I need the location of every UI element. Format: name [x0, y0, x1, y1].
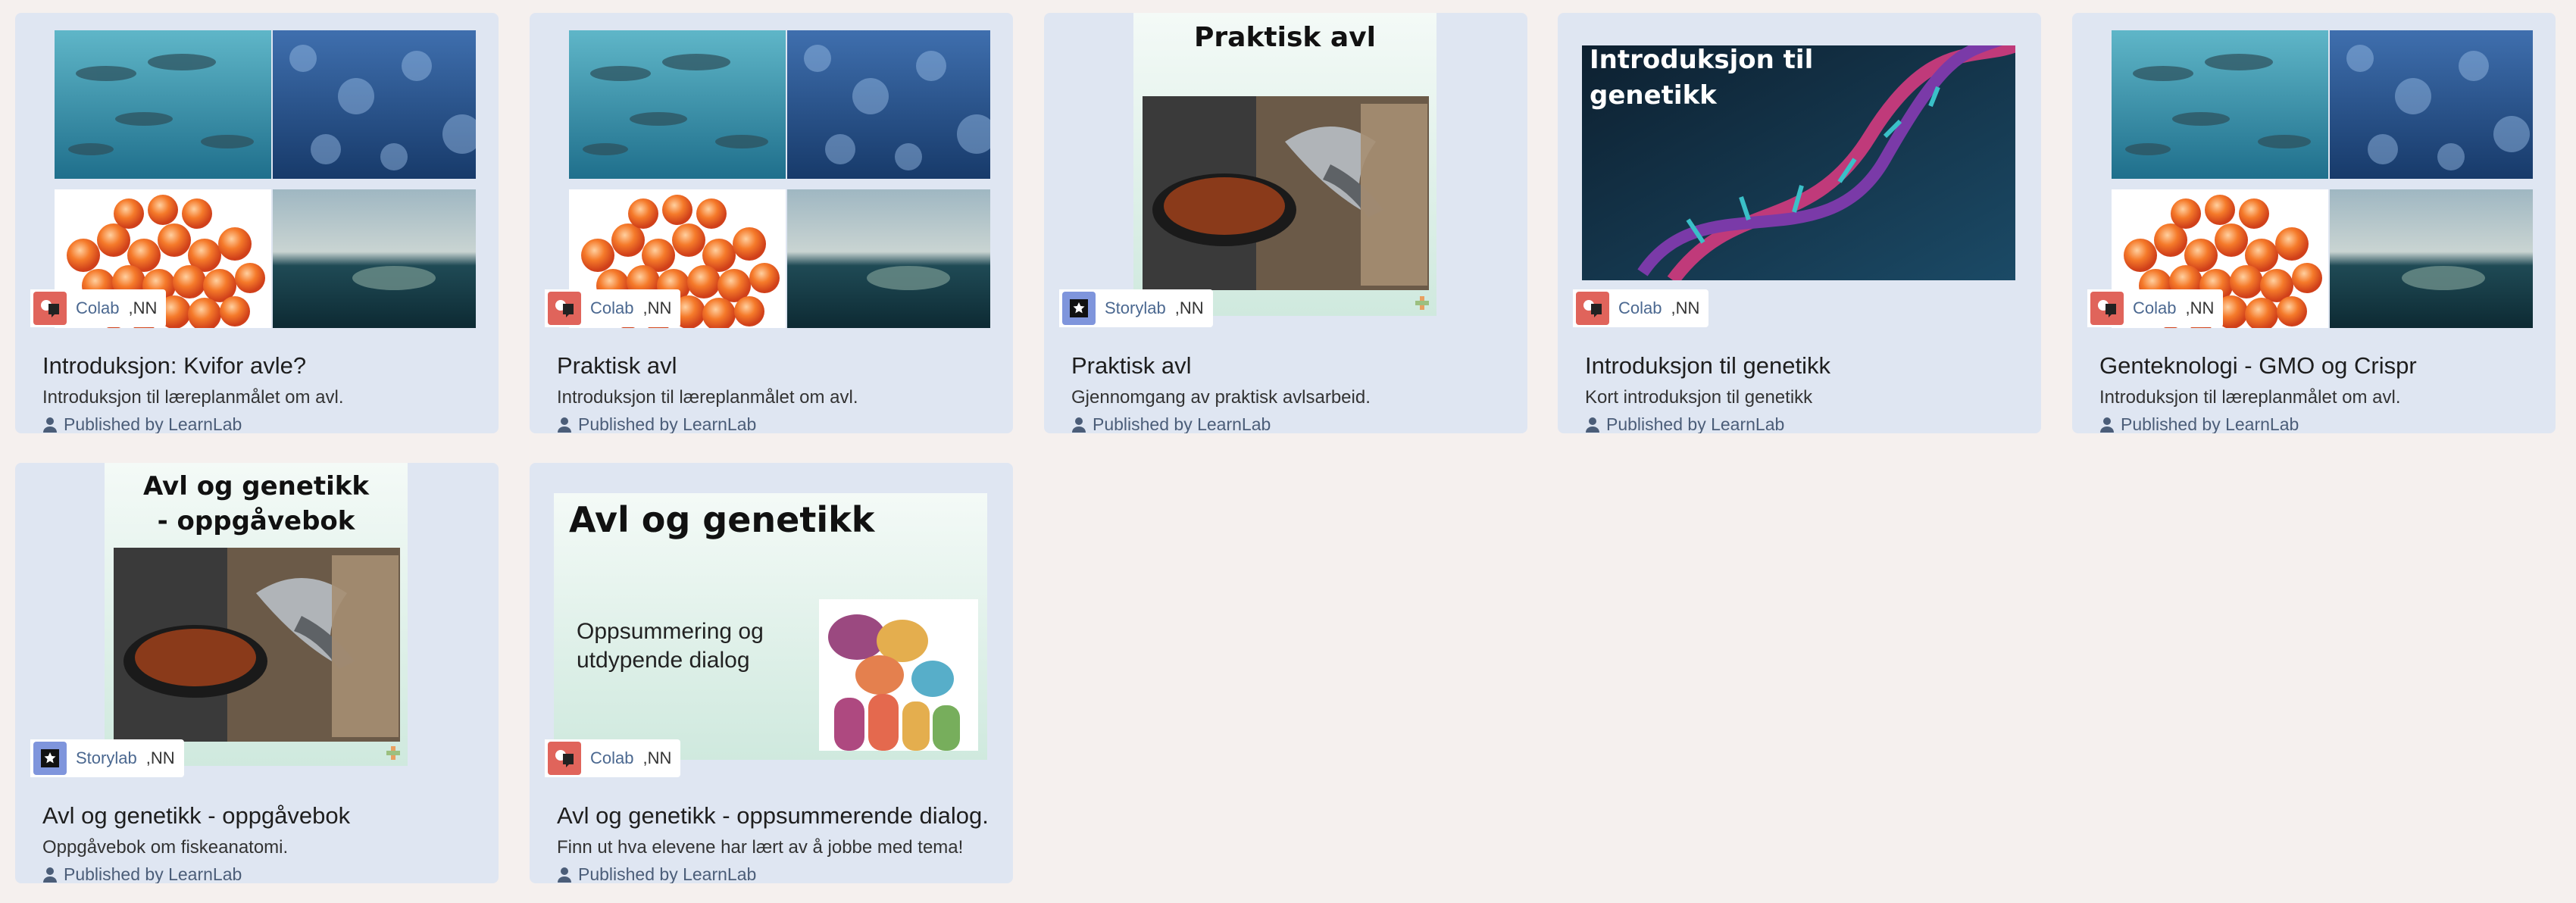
plus-icon: [1415, 296, 1429, 310]
content-type-label: Colab: [590, 298, 634, 317]
card-title[interactable]: Avl og genetikk - oppsummerende dialog.: [557, 802, 989, 830]
content-type-label: Colab: [2133, 298, 2177, 317]
publisher-info: Published by LearnLab: [1585, 414, 1784, 433]
card-thumbnail: Avl og genetikk - oppgåvebok: [105, 463, 408, 766]
publisher-label: Published by LearnLab: [578, 864, 757, 883]
card-description: Oppgåvebok om fiskeanatomi.: [42, 837, 289, 858]
slide-subtitle-line-2: utdypende dialog: [577, 648, 750, 673]
storylab-icon: [1062, 292, 1096, 325]
card-title[interactable]: Praktisk avl: [1071, 352, 1191, 380]
colab-icon: [33, 292, 67, 325]
slide-title-line-1: Avl og genetikk: [142, 471, 370, 501]
colab-icon: [2090, 292, 2124, 325]
publisher-info: Published by LearnLab: [557, 414, 756, 433]
slide-title: Praktisk avl: [1194, 22, 1376, 53]
content-type-label: Colab: [590, 748, 634, 767]
card-title[interactable]: Introduksjon: Kvifor avle?: [42, 352, 306, 380]
publisher-label: Published by LearnLab: [578, 414, 757, 433]
content-type-label: Colab: [1618, 298, 1662, 317]
language-label: ,NN: [128, 298, 158, 317]
content-type-badge: Colab ,NN: [30, 289, 167, 327]
person-icon: [1586, 417, 1599, 433]
content-type-badge: Colab ,NN: [1573, 289, 1709, 327]
language-label: ,NN: [642, 298, 672, 317]
card-thumbnail: [2095, 28, 2533, 328]
publisher-label: Published by LearnLab: [64, 864, 242, 883]
card-thumbnail: Avl og genetikk Oppsummering og utdypend…: [554, 493, 987, 760]
content-type-badge: Colab ,NN: [545, 739, 681, 777]
colab-icon: [548, 292, 581, 325]
card-thumbnail: Introduksjon til genetikk: [1582, 45, 2015, 280]
card-oppsummerende-dialog[interactable]: Avl og genetikk Oppsummering og utdypend…: [530, 463, 1013, 883]
storylab-icon: [33, 742, 67, 775]
content-type-label: Colab: [76, 298, 120, 317]
slide-title: Avl og genetikk: [569, 499, 875, 540]
card-genteknologi[interactable]: Colab ,NN Genteknologi - GMO og Crispr I…: [2072, 13, 2556, 433]
content-type-badge: Storylab ,NN: [30, 739, 184, 777]
plus-icon: [386, 746, 400, 760]
person-icon: [2100, 417, 2114, 433]
card-thumbnail: Praktisk avl: [1133, 13, 1436, 316]
slide-subtitle: Oppsummering og utdypende dialog: [577, 617, 764, 675]
card-description: Gjennomgang av praktisk avlsarbeid.: [1071, 387, 1371, 408]
content-type-label: Storylab: [1105, 298, 1166, 317]
card-description: Introduksjon til læreplanmålet om avl.: [2099, 387, 2401, 408]
person-icon: [558, 867, 571, 883]
slide-subtitle-line-1: Oppsummering og: [577, 619, 764, 644]
card-thumbnail: [552, 28, 990, 328]
content-type-badge: Storylab ,NN: [1059, 289, 1213, 327]
publisher-info: Published by LearnLab: [42, 414, 242, 433]
card-description: Kort introduksjon til genetikk: [1585, 387, 1813, 408]
person-icon: [43, 417, 57, 433]
publisher-label: Published by LearnLab: [64, 414, 242, 433]
publisher-label: Published by LearnLab: [2121, 414, 2299, 433]
language-label: ,NN: [1671, 298, 1700, 317]
content-type-label: Storylab: [76, 748, 137, 767]
publisher-info: Published by LearnLab: [1071, 414, 1271, 433]
card-description: Finn ut hva elevene har lært av å jobbe …: [557, 837, 964, 858]
card-description: Introduksjon til læreplanmålet om avl.: [557, 387, 858, 408]
colab-icon: [548, 742, 581, 775]
language-label: ,NN: [145, 748, 175, 767]
language-label: ,NN: [2185, 298, 2215, 317]
card-thumbnail: [38, 28, 476, 328]
card-praktisk-avl-storylab[interactable]: Praktisk avl Storylab ,NN Praktisk avl G…: [1044, 13, 1527, 433]
publisher-info: Published by LearnLab: [42, 864, 242, 883]
card-intro-genetikk[interactable]: Introduksjon til genetikk Colab ,NN Intr…: [1558, 13, 2041, 433]
person-icon: [43, 867, 57, 883]
card-oppgavebok[interactable]: Avl og genetikk - oppgåvebok Storylab ,N…: [15, 463, 499, 883]
publisher-info: Published by LearnLab: [557, 864, 756, 883]
card-description: Introduksjon til læreplanmålet om avl.: [42, 387, 344, 408]
language-label: ,NN: [1174, 298, 1204, 317]
person-icon: [1072, 417, 1086, 433]
person-icon: [558, 417, 571, 433]
card-title[interactable]: Genteknologi - GMO og Crispr: [2099, 352, 2417, 380]
publisher-label: Published by LearnLab: [1093, 414, 1271, 433]
slide-title: Introduksjon til genetikk: [1590, 45, 1814, 111]
slide-title: Avl og genetikk - oppgåvebok: [105, 469, 408, 539]
card-title[interactable]: Introduksjon til genetikk: [1585, 352, 1830, 380]
colab-icon: [1576, 292, 1609, 325]
slide-title-line-2: - oppgåvebok: [157, 506, 355, 536]
card-title[interactable]: Praktisk avl: [557, 352, 677, 380]
language-label: ,NN: [642, 748, 672, 767]
card-praktisk-avl[interactable]: Colab ,NN Praktisk avl Introduksjon til …: [530, 13, 1013, 433]
publisher-label: Published by LearnLab: [1606, 414, 1785, 433]
publisher-info: Published by LearnLab: [2099, 414, 2299, 433]
card-title[interactable]: Avl og genetikk - oppgåvebok: [42, 802, 350, 830]
content-type-badge: Colab ,NN: [545, 289, 681, 327]
content-type-badge: Colab ,NN: [2087, 289, 2224, 327]
card-intro-kvifor-avle[interactable]: Colab ,NN Introduksjon: Kvifor avle? Int…: [15, 13, 499, 433]
